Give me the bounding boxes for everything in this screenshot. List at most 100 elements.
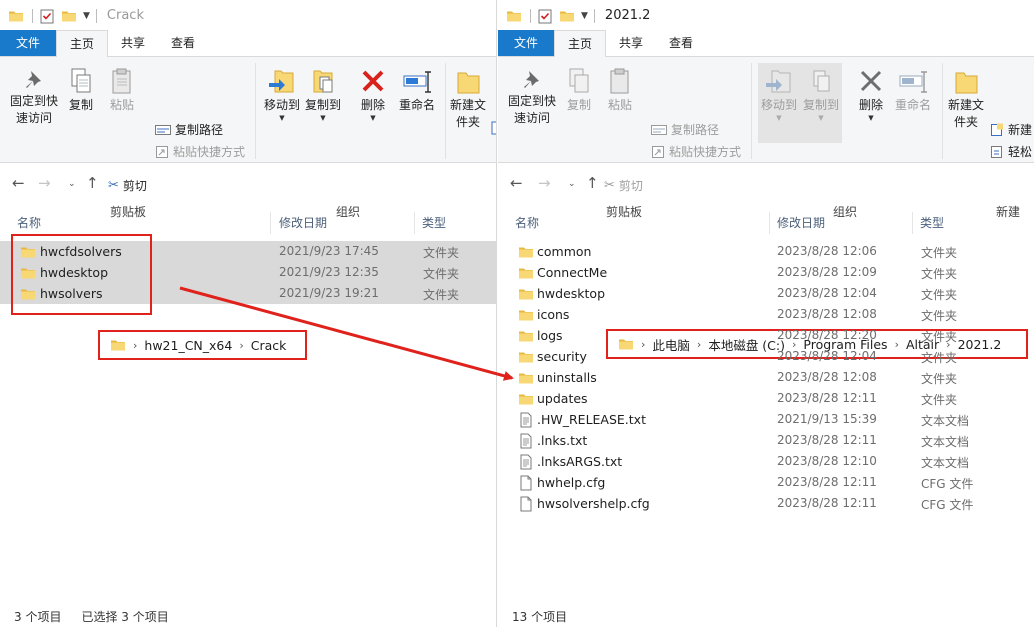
- tab-share[interactable]: 共享: [108, 30, 158, 56]
- list-item[interactable]: uninstalls 2023/8/28 12:08 文件夹: [498, 367, 1034, 388]
- column-divider[interactable]: [270, 212, 271, 234]
- breadcrumb-item[interactable]: hw21_CN_x64: [144, 338, 232, 353]
- item-name: hwsolvershelp.cfg: [537, 496, 650, 511]
- delete-button[interactable]: 删除 ▼: [853, 67, 889, 122]
- properties-icon[interactable]: [39, 8, 55, 24]
- list-item[interactable]: .lnks.txt 2023/8/28 12:11 文本文档: [498, 430, 1034, 451]
- back-arrow-icon[interactable]: ←: [510, 174, 523, 192]
- delete-label: 删除: [858, 98, 883, 112]
- pin-quick-access-button[interactable]: 固定到快速访问: [506, 67, 558, 127]
- new-folder-button[interactable]: 新建文件夹: [944, 67, 988, 131]
- paste-button[interactable]: 粘贴: [602, 67, 638, 114]
- copy-path-button[interactable]: 复制路径: [651, 121, 719, 138]
- folder-icon: [518, 370, 534, 386]
- breadcrumb-item[interactable]: Crack: [251, 338, 287, 353]
- quick-access-dropdown-icon[interactable]: ▼: [83, 11, 90, 21]
- list-item[interactable]: .lnksARGS.txt 2023/8/28 12:10 文本文档: [498, 451, 1034, 472]
- file-list: common 2023/8/28 12:06 文件夹 ConnectMe 2023/8/…: [498, 241, 1034, 514]
- rename-label: 重命名: [398, 98, 435, 112]
- tab-view[interactable]: 查看: [656, 30, 706, 56]
- list-item[interactable]: hwcfdsolvers 2021/9/23 17:45 文件夹: [0, 241, 496, 262]
- copy-to-dropdown-icon: ▼: [320, 114, 326, 122]
- chevron-right-icon[interactable]: ›: [133, 339, 137, 352]
- list-item[interactable]: icons 2023/8/28 12:08 文件夹: [498, 304, 1034, 325]
- breadcrumb[interactable]: › hw21_CN_x64 › Crack: [98, 330, 307, 360]
- rename-button[interactable]: 重命名: [891, 67, 935, 114]
- quick-access-dropdown-icon[interactable]: ▼: [581, 11, 588, 21]
- folder-icon: [518, 328, 534, 344]
- list-item[interactable]: hwhelp.cfg 2023/8/28 12:11 CFG 文件: [498, 472, 1034, 493]
- column-divider[interactable]: [414, 212, 415, 234]
- copy-path-button[interactable]: 复制路径: [155, 121, 223, 138]
- list-item[interactable]: logs 2023/8/28 12:20 文件夹: [498, 325, 1034, 346]
- new-folder-quick-icon[interactable]: [559, 8, 575, 24]
- paste-button[interactable]: 粘贴: [104, 67, 140, 114]
- list-item[interactable]: common 2023/8/28 12:06 文件夹: [498, 241, 1034, 262]
- recent-locations-chevron-icon[interactable]: ⌄: [68, 179, 76, 189]
- copy-button[interactable]: 复制: [562, 67, 596, 114]
- tab-view[interactable]: 查看: [158, 30, 208, 56]
- tab-home[interactable]: 主页: [56, 30, 109, 57]
- list-item[interactable]: hwdesktop 2021/9/23 12:35 文件夹: [0, 262, 496, 283]
- new-folder-quick-icon[interactable]: [61, 8, 77, 24]
- properties-icon[interactable]: [537, 8, 553, 24]
- chevron-right-icon[interactable]: ›: [239, 339, 243, 352]
- copy-to-button[interactable]: 复制到 ▼: [303, 67, 343, 122]
- list-item[interactable]: updates 2023/8/28 12:11 文件夹: [498, 388, 1034, 409]
- delete-button[interactable]: 删除 ▼: [355, 67, 391, 122]
- list-item[interactable]: hwdesktop 2023/8/28 12:04 文件夹: [498, 283, 1034, 304]
- move-to-button[interactable]: 移动到 ▼: [262, 67, 302, 122]
- tab-file[interactable]: 文件: [498, 30, 555, 56]
- title-bar: ▼ 2021.2: [498, 0, 1034, 31]
- paste-shortcut-button[interactable]: 粘贴快捷方式: [651, 143, 741, 160]
- item-name: security: [537, 349, 587, 364]
- column-date[interactable]: 修改日期: [279, 214, 327, 231]
- forward-arrow-icon[interactable]: →: [38, 174, 51, 192]
- copy-path-label: 复制路径: [671, 123, 720, 137]
- tab-home[interactable]: 主页: [554, 30, 607, 57]
- item-name: .HW_RELEASE.txt: [537, 412, 646, 427]
- new-item-button[interactable]: 新建: [990, 121, 1032, 138]
- column-name[interactable]: 名称: [17, 214, 41, 231]
- move-to-button[interactable]: 移动到 ▼: [758, 63, 800, 143]
- list-item[interactable]: ConnectMe 2023/8/28 12:09 文件夹: [498, 262, 1034, 283]
- pin-quick-access-button[interactable]: 固定到快速访问: [8, 67, 60, 127]
- copy-to-button[interactable]: 复制到 ▼: [800, 63, 842, 143]
- list-item[interactable]: .HW_RELEASE.txt 2021/9/13 15:39 文本文档: [498, 409, 1034, 430]
- new-item-icon[interactable]: [491, 121, 497, 135]
- title-separator: [530, 8, 531, 23]
- rename-button[interactable]: 重命名: [395, 67, 439, 114]
- column-type[interactable]: 类型: [422, 214, 446, 231]
- up-arrow-icon[interactable]: ↑: [586, 174, 599, 192]
- list-item[interactable]: hwsolvershelp.cfg 2023/8/28 12:11 CFG 文件: [498, 493, 1034, 514]
- item-type: 文件夹: [423, 267, 460, 281]
- folder-icon: [518, 265, 534, 281]
- back-arrow-icon[interactable]: ←: [12, 174, 25, 192]
- copy-button[interactable]: 复制: [64, 67, 98, 114]
- easy-access-button[interactable]: 轻松: [990, 143, 1032, 160]
- item-date: 2023/8/28 12:11: [777, 496, 877, 510]
- forward-arrow-icon[interactable]: →: [538, 174, 551, 192]
- column-type[interactable]: 类型: [920, 214, 944, 231]
- copy-path-icon: [651, 124, 667, 135]
- item-date: 2021/9/23 19:21: [279, 286, 379, 300]
- list-item[interactable]: security 2023/8/28 12:04 文件夹: [498, 346, 1034, 367]
- list-item[interactable]: hwsolvers 2021/9/23 19:21 文件夹: [0, 283, 496, 304]
- file-list: hwcfdsolvers 2021/9/23 17:45 文件夹 hwdeskt…: [0, 241, 496, 304]
- copy-to-icon: [813, 70, 830, 92]
- pin-label: 固定到快速访问: [9, 94, 58, 125]
- column-divider[interactable]: [769, 212, 770, 234]
- column-date[interactable]: 修改日期: [777, 214, 825, 231]
- new-item-label: 新建: [1008, 123, 1033, 137]
- paste-shortcut-button[interactable]: 粘贴快捷方式: [155, 143, 245, 160]
- recent-locations-chevron-icon[interactable]: ⌄: [568, 179, 576, 189]
- item-name: hwsolvers: [40, 286, 103, 301]
- up-arrow-icon[interactable]: ↑: [86, 174, 99, 192]
- tab-share[interactable]: 共享: [606, 30, 656, 56]
- column-name[interactable]: 名称: [515, 214, 539, 231]
- tab-file[interactable]: 文件: [0, 30, 57, 56]
- paste-icon: [112, 68, 131, 94]
- new-folder-button[interactable]: 新建文件夹: [448, 67, 488, 131]
- column-divider[interactable]: [912, 212, 913, 234]
- rename-icon: [899, 71, 927, 93]
